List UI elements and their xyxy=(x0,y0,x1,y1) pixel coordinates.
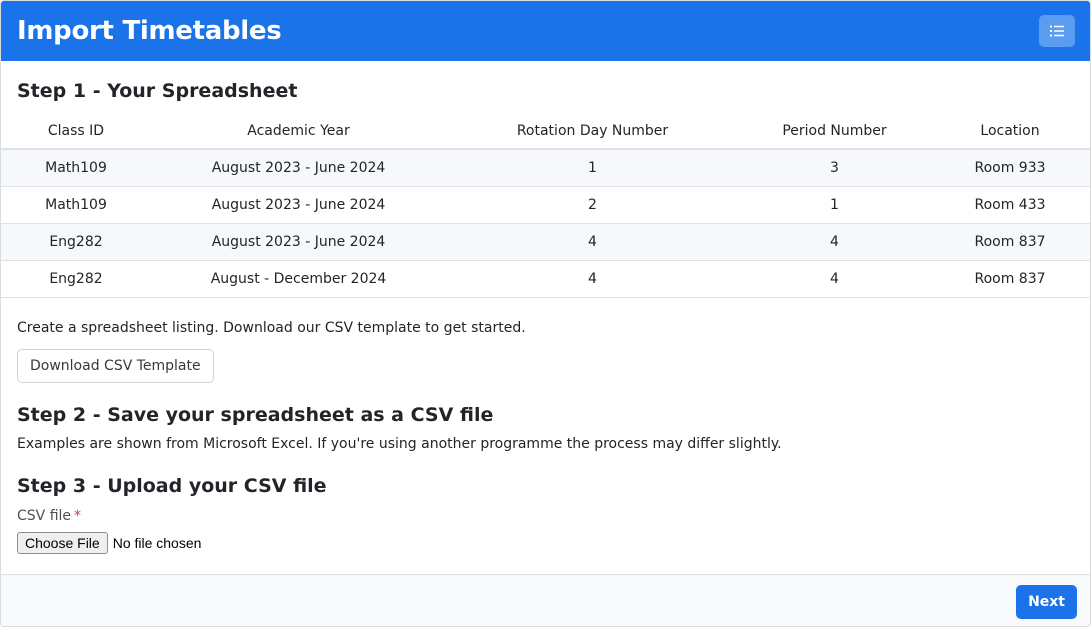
import-card: Import Timetables Step 1 - Your Spreadsh… xyxy=(0,0,1091,627)
cell-class-id: Eng282 xyxy=(1,260,151,298)
example-table: Class ID Academic Year Rotation Day Numb… xyxy=(1,113,1090,298)
csv-file-label-text: CSV file xyxy=(17,508,72,524)
cell-academic-year: August 2023 - June 2024 xyxy=(151,223,446,261)
next-button[interactable]: Next xyxy=(1016,585,1077,619)
choose-file-button[interactable]: Choose File xyxy=(17,532,108,554)
cell-location: Room 837 xyxy=(930,260,1090,298)
menu-button[interactable] xyxy=(1039,15,1075,47)
column-header-rotation-day: Rotation Day Number xyxy=(446,113,739,150)
csv-file-input: Choose File No file chosen xyxy=(17,532,201,554)
step1-description: Create a spreadsheet listing. Download o… xyxy=(17,320,526,336)
cell-rotation-day: 4 xyxy=(446,223,739,261)
download-csv-template-button[interactable]: Download CSV Template xyxy=(17,349,214,383)
list-icon xyxy=(1050,25,1064,37)
cell-period-number: 4 xyxy=(739,223,930,261)
table-row: Eng282 August - December 2024 4 4 Room 8… xyxy=(1,260,1090,298)
step2-heading: Step 2 - Save your spreadsheet as a CSV … xyxy=(17,404,494,426)
cell-period-number: 4 xyxy=(739,260,930,298)
cell-location: Room 837 xyxy=(930,223,1090,261)
footer-bar: Next xyxy=(1,574,1090,626)
step2-description: Examples are shown from Microsoft Excel.… xyxy=(17,436,782,452)
cell-period-number: 1 xyxy=(739,186,930,224)
header-bar: Import Timetables xyxy=(1,1,1090,61)
cell-class-id: Math109 xyxy=(1,186,151,224)
file-status-text: No file chosen xyxy=(112,535,202,551)
column-header-location: Location xyxy=(930,113,1090,150)
cell-academic-year: August 2023 - June 2024 xyxy=(151,149,446,187)
column-header-academic-year: Academic Year xyxy=(151,113,446,150)
table-row: Math109 August 2023 - June 2024 2 1 Room… xyxy=(1,186,1090,224)
column-header-period-number: Period Number xyxy=(739,113,930,150)
table-header-row: Class ID Academic Year Rotation Day Numb… xyxy=(1,113,1090,150)
cell-location: Room 933 xyxy=(930,149,1090,187)
csv-file-label: CSV file * xyxy=(17,508,81,524)
cell-rotation-day: 4 xyxy=(446,260,739,298)
required-mark: * xyxy=(74,508,82,524)
table-row: Eng282 August 2023 - June 2024 4 4 Room … xyxy=(1,223,1090,261)
cell-class-id: Eng282 xyxy=(1,223,151,261)
table-row: Math109 August 2023 - June 2024 1 3 Room… xyxy=(1,149,1090,187)
page-title: Import Timetables xyxy=(17,16,282,46)
step1-heading: Step 1 - Your Spreadsheet xyxy=(17,80,298,102)
cell-rotation-day: 2 xyxy=(446,186,739,224)
cell-rotation-day: 1 xyxy=(446,149,739,187)
cell-period-number: 3 xyxy=(739,149,930,187)
cell-academic-year: August - December 2024 xyxy=(151,260,446,298)
step3-heading: Step 3 - Upload your CSV file xyxy=(17,475,327,497)
column-header-class-id: Class ID xyxy=(1,113,151,150)
cell-academic-year: August 2023 - June 2024 xyxy=(151,186,446,224)
cell-location: Room 433 xyxy=(930,186,1090,224)
cell-class-id: Math109 xyxy=(1,149,151,187)
